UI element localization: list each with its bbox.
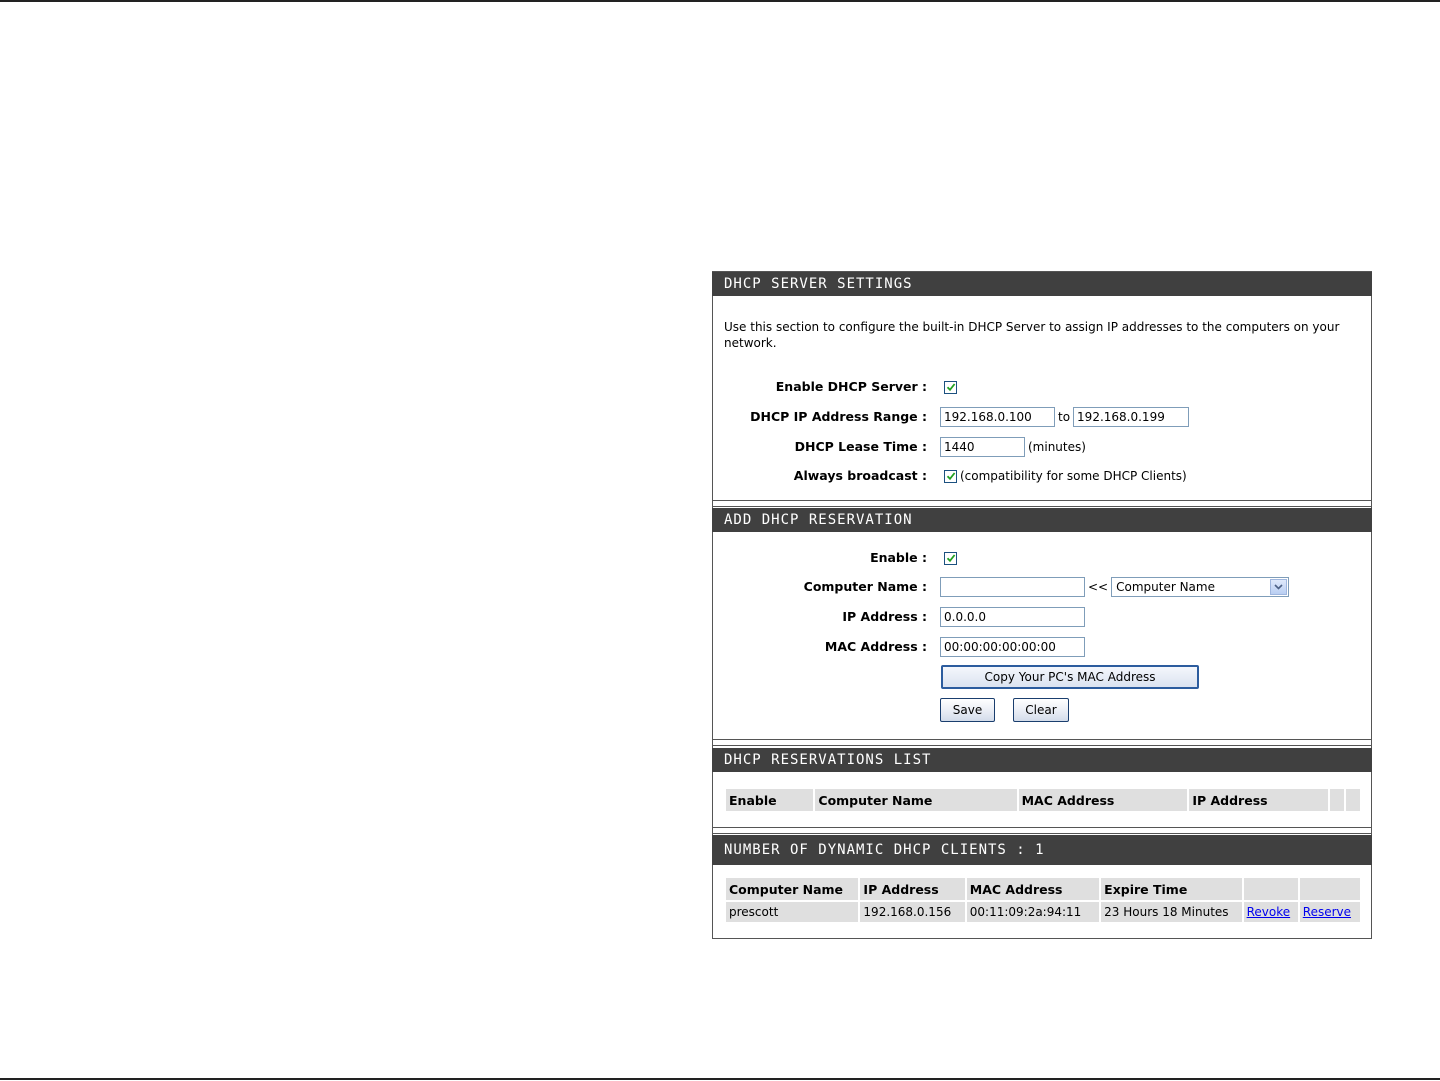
column-header-blank	[1345, 789, 1360, 811]
section-divider	[713, 506, 1371, 507]
reserve-link[interactable]: Reserve	[1303, 905, 1351, 919]
client-computer-name: prescott	[726, 902, 859, 922]
dhcp-reservations-list-header: DHCP RESERVATIONS LIST	[712, 748, 1372, 772]
column-header-ip-address: IP Address	[1189, 789, 1328, 811]
reserve-cell: Reserve	[1299, 902, 1360, 922]
always-broadcast-row: Always broadcast : (compatibility for so…	[713, 464, 1371, 488]
dhcp-settings-panel: DHCP SERVER SETTINGS Use this section to…	[712, 271, 1372, 939]
checkmark-icon	[946, 383, 955, 392]
section-divider	[713, 745, 1371, 746]
column-header-computer-name: Computer Name	[815, 789, 1017, 811]
always-broadcast-label: Always broadcast :	[793, 468, 927, 483]
checkmark-icon	[946, 554, 955, 563]
column-header-computer-name: Computer Name	[726, 878, 859, 900]
reservation-enable-checkbox[interactable]	[944, 551, 957, 565]
lease-time-input[interactable]: 1440	[940, 437, 1025, 457]
reservation-ip-input[interactable]: 0.0.0.0	[940, 607, 1085, 627]
dhcp-clients-table: Computer Name IP Address MAC Address Exp…	[724, 876, 1362, 924]
revoke-cell: Revoke	[1243, 902, 1298, 922]
computer-name-input[interactable]	[940, 577, 1085, 597]
clients-table-header-row: Computer Name IP Address MAC Address Exp…	[726, 878, 1360, 900]
copy-mac-address-button[interactable]: Copy Your PC's MAC Address	[941, 665, 1199, 689]
dhcp-server-settings-header: DHCP SERVER SETTINGS	[712, 272, 1372, 296]
reservations-table-header-row: Enable Computer Name MAC Address IP Addr…	[726, 789, 1360, 811]
column-header-mac-address: MAC Address	[966, 878, 1100, 900]
column-header-enable: Enable	[726, 789, 814, 811]
computer-name-select-value: Computer Name	[1116, 580, 1215, 594]
client-expire-time: 23 Hours 18 Minutes	[1101, 902, 1242, 922]
reservations-table: Enable Computer Name MAC Address IP Addr…	[724, 787, 1362, 813]
dhcp-ip-range-row: DHCP IP Address Range : 192.168.0.100 to…	[713, 405, 1371, 429]
enable-dhcp-server-checkbox[interactable]	[944, 380, 957, 394]
bottom-rule	[0, 1078, 1440, 1080]
column-header-blank	[1329, 789, 1344, 811]
reservation-ip-row: IP Address : 0.0.0.0	[713, 605, 1371, 629]
add-dhcp-reservation-header: ADD DHCP RESERVATION	[712, 508, 1372, 532]
range-end-input[interactable]: 192.168.0.199	[1073, 407, 1190, 427]
column-header-mac-address: MAC Address	[1018, 789, 1188, 811]
save-button[interactable]: Save	[940, 698, 995, 722]
dynamic-dhcp-clients-header: NUMBER OF DYNAMIC DHCP CLIENTS : 1	[712, 835, 1372, 865]
section-divider	[713, 500, 1371, 501]
client-mac-address: 00:11:09:2a:94:11	[966, 902, 1100, 922]
column-header-ip-address: IP Address	[860, 878, 965, 900]
save-clear-row: Save Clear	[713, 698, 1371, 722]
computer-name-label: Computer Name :	[803, 579, 927, 594]
range-to-label: to	[1058, 410, 1071, 424]
computer-name-select[interactable]: Computer Name	[1111, 577, 1290, 597]
chevron-down-icon[interactable]	[1270, 579, 1288, 595]
copy-name-arrows: <<	[1088, 580, 1109, 594]
column-header-blank	[1243, 878, 1298, 900]
lease-time-unit: (minutes)	[1028, 440, 1086, 454]
table-row: prescott 192.168.0.156 00:11:09:2a:94:11…	[726, 902, 1360, 922]
dhcp-lease-time-label: DHCP Lease Time :	[794, 439, 927, 454]
client-ip-address: 192.168.0.156	[860, 902, 965, 922]
clear-button[interactable]: Clear	[1013, 698, 1069, 722]
always-broadcast-checkbox[interactable]	[944, 469, 957, 483]
section-divider	[713, 833, 1371, 834]
range-start-input[interactable]: 192.168.0.100	[940, 407, 1055, 427]
reservation-ip-label: IP Address :	[842, 609, 927, 624]
reservation-mac-input[interactable]: 00:00:00:00:00:00	[940, 637, 1085, 657]
dhcp-ip-range-label: DHCP IP Address Range :	[750, 409, 927, 424]
section-divider	[713, 739, 1371, 740]
dhcp-server-description: Use this section to configure the built-…	[724, 320, 1340, 350]
reservation-enable-row: Enable :	[713, 546, 1371, 570]
enable-dhcp-server-label: Enable DHCP Server :	[775, 379, 927, 394]
section-divider	[713, 827, 1371, 828]
reservation-mac-row: MAC Address : 00:00:00:00:00:00	[713, 635, 1371, 659]
top-rule	[0, 0, 1440, 2]
always-broadcast-note: (compatibility for some DHCP Clients)	[960, 469, 1187, 483]
revoke-link[interactable]: Revoke	[1247, 905, 1291, 919]
enable-dhcp-server-row: Enable DHCP Server :	[713, 375, 1371, 399]
column-header-expire-time: Expire Time	[1101, 878, 1242, 900]
reservation-mac-label: MAC Address :	[824, 639, 927, 654]
copy-mac-row: Copy Your PC's MAC Address	[713, 665, 1371, 689]
reservation-enable-label: Enable :	[870, 550, 927, 565]
column-header-blank	[1299, 878, 1360, 900]
dhcp-lease-time-row: DHCP Lease Time : 1440 (minutes)	[713, 435, 1371, 459]
checkmark-icon	[946, 472, 955, 481]
computer-name-row: Computer Name : << Computer Name	[713, 575, 1371, 599]
